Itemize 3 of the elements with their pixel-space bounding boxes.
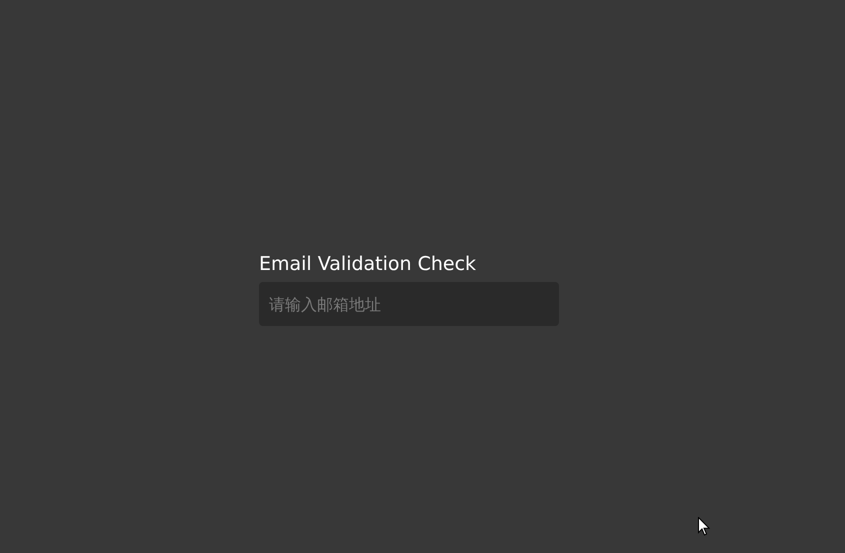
form-title: Email Validation Check (259, 252, 478, 276)
mouse-cursor-icon (698, 517, 710, 536)
email-input-field[interactable]: 请输入邮箱地址 (259, 282, 559, 326)
